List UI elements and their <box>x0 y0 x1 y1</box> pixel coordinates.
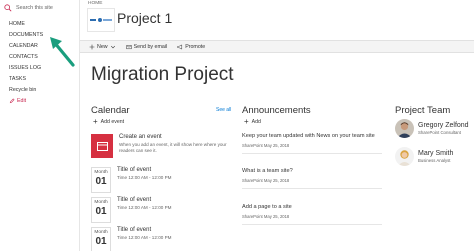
create-event-card[interactable]: Create an event When you add an event, i… <box>91 134 234 158</box>
edit-label: Edit <box>17 97 27 104</box>
create-event-text: Create an event When you add an event, i… <box>119 134 234 158</box>
date-tile: Month 01 <box>91 227 111 251</box>
calendar-title: Calendar <box>91 105 130 116</box>
announcement-meta: SharePoint May 25, 2018 <box>242 214 290 219</box>
date-tile: Month 01 <box>91 197 111 223</box>
announcement-title: What is a team site? <box>242 168 293 174</box>
plus-icon: + <box>93 117 98 126</box>
nav-item-tasks[interactable]: TASKS <box>0 73 80 84</box>
mail-icon <box>125 44 132 49</box>
calendar-icon <box>96 142 108 151</box>
announcement-title: Add a page to a site <box>242 204 292 210</box>
new-label: New <box>97 43 108 50</box>
site-header: HOME Project 1 <box>80 0 474 40</box>
send-by-email-button[interactable]: Send by email <box>125 43 168 50</box>
create-event-title: Create an event <box>119 134 162 140</box>
see-all-link[interactable]: See all <box>216 107 231 113</box>
add-announcement-button[interactable]: + Add <box>244 118 261 126</box>
event-month: Month <box>94 170 108 175</box>
person-photo-icon <box>395 147 414 166</box>
event-month: Month <box>94 230 108 235</box>
avatar <box>395 119 414 138</box>
pointer-arrow-icon <box>50 37 75 67</box>
search-box[interactable]: Search this site <box>4 3 78 13</box>
event-day: 01 <box>95 176 107 187</box>
member-role: Business Analyst <box>418 158 451 163</box>
announcement-item[interactable]: Keep your team updated with News on your… <box>242 133 382 154</box>
site-title[interactable]: Project 1 <box>117 10 172 26</box>
sharepoint-page: Search this site HOME DOCUMENTS CALENDAR… <box>0 0 474 251</box>
event-item[interactable]: Month 01 Title of event Time 12:00 AM - … <box>91 167 232 193</box>
pencil-icon <box>9 98 15 103</box>
calendar-webpart: Calendar See all + Add event Create an e… <box>91 105 233 251</box>
create-event-desc: When you add an event, it will show here… <box>119 142 227 153</box>
team-member[interactable]: Mary Smith Business Analyst <box>395 147 453 166</box>
event-month: Month <box>94 200 108 205</box>
megaphone-icon <box>177 44 183 49</box>
announcements-title: Announcements <box>242 105 311 116</box>
announcement-meta: SharePoint May 25, 2018 <box>242 143 290 148</box>
announcement-item[interactable]: Add a page to a site SharePoint May 25, … <box>242 204 382 225</box>
event-title: Title of event <box>117 197 152 203</box>
announcements-webpart: Announcements + Add Keep your team updat… <box>242 105 387 251</box>
team-title: Project Team <box>395 105 451 116</box>
team-member-text: Mary Smith Business Analyst <box>418 150 453 163</box>
event-time: Time 12:00 AM - 12:00 PM <box>117 205 172 210</box>
add-announcement-label: Add <box>251 119 261 125</box>
search-icon <box>4 4 12 12</box>
add-event-label: Add event <box>100 119 125 125</box>
event-title: Title of event <box>117 227 152 233</box>
event-title: Title of event <box>117 167 152 173</box>
event-text: Title of event Time 12:00 AM - 12:00 PM <box>117 197 232 223</box>
team-member[interactable]: Gregory Zelfond SharePoint Consultant <box>395 119 469 138</box>
event-item[interactable]: Month 01 Title of event Time 12:00 AM - … <box>91 197 232 223</box>
new-button[interactable]: New <box>89 44 116 50</box>
person-photo-icon <box>395 119 414 138</box>
event-time: Time 12:00 AM - 12:00 PM <box>117 235 172 240</box>
team-member-text: Gregory Zelfond SharePoint Consultant <box>418 122 469 135</box>
event-day: 01 <box>95 206 107 217</box>
nav-item-home[interactable]: HOME <box>0 18 80 29</box>
page-title: Migration Project <box>91 64 234 85</box>
event-day: 01 <box>95 236 107 247</box>
nav-edit-link[interactable]: Edit <box>0 95 80 106</box>
chevron-down-icon <box>110 45 115 48</box>
calendar-tile <box>91 134 113 158</box>
site-logo[interactable] <box>87 8 115 32</box>
event-time: Time 12:00 AM - 12:00 PM <box>117 175 172 180</box>
add-event-button[interactable]: + Add event <box>93 118 124 126</box>
event-text: Title of event Time 12:00 AM - 12:00 PM <box>117 227 232 251</box>
command-bar: New Send by email Promote <box>80 40 474 53</box>
date-tile: Month 01 <box>91 167 111 193</box>
promote-label: Promote <box>185 43 206 50</box>
site-logo-icon <box>90 18 112 22</box>
member-name: Gregory Zelfond <box>418 122 469 129</box>
breadcrumb[interactable]: HOME <box>88 1 102 6</box>
plus-icon: + <box>244 117 249 126</box>
nav-item-recycle-bin[interactable]: Recycle bin <box>0 84 80 95</box>
announcement-item[interactable]: What is a team site? SharePoint May 25, … <box>242 168 382 189</box>
avatar <box>395 147 414 166</box>
announcement-meta: SharePoint May 25, 2018 <box>242 178 290 183</box>
member-name: Mary Smith <box>418 150 454 157</box>
send-label: Send by email <box>133 43 168 50</box>
project-team-webpart: Project Team Gregory Zelfond SharePoint … <box>395 105 474 251</box>
search-placeholder: Search this site <box>16 5 53 11</box>
member-role: SharePoint Consultant <box>418 130 461 135</box>
promote-button[interactable]: Promote <box>177 44 205 50</box>
announcement-title: Keep your team updated with News on your… <box>242 133 375 139</box>
plus-icon <box>89 44 95 49</box>
event-text: Title of event Time 12:00 AM - 12:00 PM <box>117 167 232 193</box>
event-item[interactable]: Month 01 Title of event Time 12:00 AM - … <box>91 227 232 251</box>
